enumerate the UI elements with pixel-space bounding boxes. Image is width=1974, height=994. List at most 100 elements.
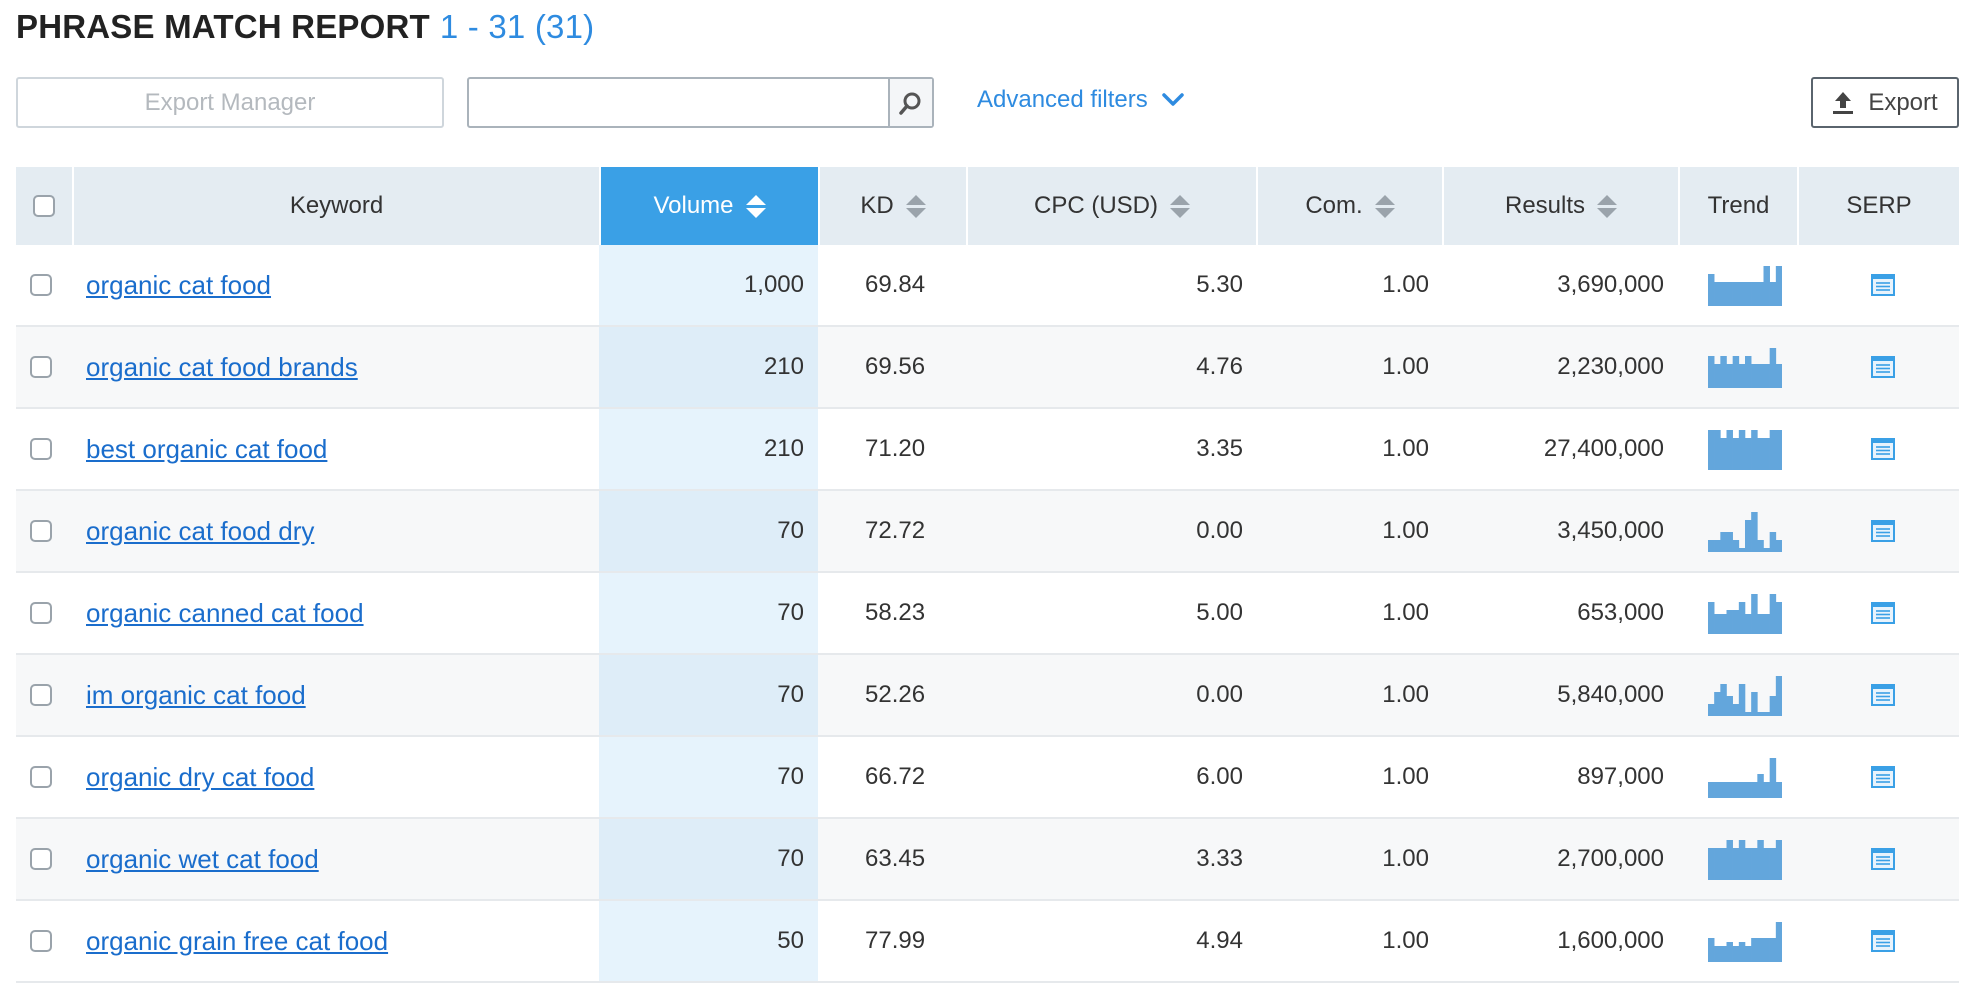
- trend-bar: [1732, 610, 1740, 634]
- column-header-results[interactable]: Results: [1442, 167, 1678, 245]
- serp-icon[interactable]: [1871, 520, 1895, 542]
- keyword-link[interactable]: im organic cat food: [86, 680, 306, 711]
- trend-bar: [1763, 614, 1770, 634]
- serp-icon[interactable]: [1871, 274, 1895, 296]
- serp-cell: [1871, 409, 1901, 489]
- trend-sparkline: [1708, 594, 1782, 634]
- trend-bar: [1732, 356, 1740, 388]
- trend-bar: [1769, 348, 1777, 388]
- export-manager-button[interactable]: Export Manager: [16, 77, 444, 128]
- trend-bar: [1751, 364, 1758, 388]
- serp-icon[interactable]: [1871, 930, 1895, 952]
- trend-bar: [1732, 438, 1740, 470]
- table-row: organic dry cat food 70 66.72 6.00 1.00 897,0…: [16, 737, 1959, 819]
- trend-bar: [1714, 782, 1721, 798]
- page-title: PHRASE MATCH REPORT 1 - 31 (31): [16, 8, 594, 46]
- row-checkbox[interactable]: [30, 438, 52, 460]
- trend-bar: [1757, 840, 1764, 880]
- serp-icon[interactable]: [1871, 438, 1895, 460]
- trend-cell: [1708, 573, 1782, 653]
- row-checkbox[interactable]: [30, 684, 52, 706]
- serp-icon[interactable]: [1871, 848, 1895, 870]
- keyword-link[interactable]: organic grain free cat food: [86, 926, 388, 957]
- trend-bar: [1738, 782, 1746, 798]
- export-button[interactable]: Export: [1811, 77, 1959, 128]
- trend-bar: [1714, 540, 1721, 552]
- row-checkbox[interactable]: [30, 520, 52, 542]
- row-checkbox[interactable]: [30, 356, 52, 378]
- row-checkbox[interactable]: [30, 602, 52, 624]
- trend-bar: [1757, 438, 1764, 470]
- trend-bar: [1763, 364, 1770, 388]
- column-header-cpc[interactable]: CPC (USD): [966, 167, 1256, 245]
- trend-bar: [1757, 282, 1764, 306]
- trend-bar: [1732, 782, 1740, 798]
- trend-bar: [1738, 840, 1746, 880]
- table-row: organic grain free cat food 50 77.99 4.94 1.…: [16, 901, 1959, 983]
- volume-cell: 50: [777, 927, 804, 954]
- serp-icon[interactable]: [1871, 602, 1895, 624]
- serp-icon[interactable]: [1871, 766, 1895, 788]
- trend-bar: [1751, 282, 1758, 306]
- trend-bar: [1763, 782, 1770, 798]
- column-header-trend: Trend: [1678, 167, 1797, 245]
- table-row: organic wet cat food 70 63.45 3.33 1.00 2,700…: [16, 819, 1959, 901]
- keyword-cell: organic cat food brands: [86, 327, 586, 407]
- row-checkbox[interactable]: [30, 766, 52, 788]
- keyword-link[interactable]: organic wet cat food: [86, 844, 319, 875]
- trend-bar: [1745, 782, 1752, 798]
- trend-bar: [1708, 540, 1715, 552]
- row-select-cell: [30, 245, 60, 325]
- competition-cell: 1.00: [1382, 271, 1429, 298]
- keyword-link[interactable]: organic dry cat food: [86, 762, 314, 793]
- advanced-filters-toggle[interactable]: Advanced filters: [977, 86, 1184, 114]
- competition-cell: 1.00: [1382, 681, 1429, 708]
- trend-bar: [1757, 614, 1764, 634]
- trend-bar: [1738, 282, 1746, 306]
- results-cell: 3,690,000: [1557, 271, 1664, 298]
- trend-bar: [1738, 942, 1746, 962]
- keyword-link[interactable]: organic cat food brands: [86, 352, 358, 383]
- trend-sparkline: [1708, 758, 1782, 798]
- result-range: 1 - 31 (31): [439, 8, 595, 45]
- column-header-kd[interactable]: KD: [818, 167, 966, 245]
- cpc-cell: 3.35: [1196, 435, 1243, 462]
- volume-cell: 70: [777, 845, 804, 872]
- trend-bar: [1775, 782, 1782, 798]
- cpc-cell: 4.76: [1196, 353, 1243, 380]
- trend-bar: [1745, 712, 1752, 716]
- trend-bar: [1745, 356, 1752, 388]
- row-checkbox[interactable]: [30, 930, 52, 952]
- trend-bar: [1738, 684, 1746, 716]
- trend-bar: [1708, 704, 1715, 716]
- search-input[interactable]: [469, 79, 888, 126]
- keyword-link[interactable]: organic canned cat food: [86, 598, 364, 629]
- select-all-cell: [16, 167, 72, 245]
- column-header-keyword[interactable]: Keyword: [72, 167, 599, 245]
- trend-sparkline: [1708, 512, 1782, 552]
- serp-cell: [1871, 655, 1901, 735]
- select-all-checkbox[interactable]: [33, 195, 55, 217]
- cpc-cell: 0.00: [1196, 517, 1243, 544]
- table-header: Keyword Volume KD CPC (USD) Com. Results: [16, 167, 1959, 245]
- trend-bar: [1720, 438, 1727, 470]
- sort-icon: [1597, 194, 1618, 218]
- competition-cell: 1.00: [1382, 763, 1429, 790]
- trend-sparkline: [1708, 840, 1782, 880]
- competition-cell: 1.00: [1382, 845, 1429, 872]
- keyword-link[interactable]: best organic cat food: [86, 434, 327, 465]
- keyword-link[interactable]: organic cat food: [86, 270, 271, 301]
- keywords-table: Keyword Volume KD CPC (USD) Com. Results: [16, 167, 1959, 983]
- trend-sparkline: [1708, 430, 1782, 470]
- row-checkbox[interactable]: [30, 848, 52, 870]
- row-checkbox[interactable]: [30, 274, 52, 296]
- column-header-competition[interactable]: Com.: [1256, 167, 1442, 245]
- keyword-link[interactable]: organic cat food dry: [86, 516, 314, 547]
- serp-icon[interactable]: [1871, 356, 1895, 378]
- trend-bar: [1757, 712, 1764, 716]
- column-header-volume[interactable]: Volume: [599, 167, 818, 245]
- trend-cell: [1708, 409, 1782, 489]
- search-button[interactable]: [888, 79, 932, 126]
- trend-bar: [1745, 848, 1752, 880]
- serp-icon[interactable]: [1871, 684, 1895, 706]
